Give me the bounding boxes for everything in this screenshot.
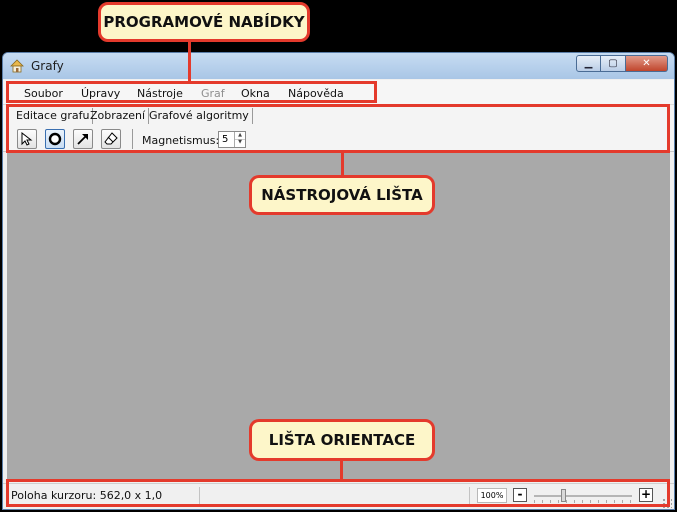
- toolbar-highlight-box: [6, 104, 670, 153]
- maximize-icon: ▢: [608, 58, 618, 69]
- window-title: Grafy: [31, 59, 64, 73]
- window-controls: ▁ ▢ ✕: [576, 55, 668, 73]
- minimize-button[interactable]: ▁: [576, 55, 601, 72]
- close-button[interactable]: ✕: [626, 55, 668, 72]
- orientation-callout: LIŠTA ORIENTACE: [249, 419, 435, 461]
- statusbar-highlight-box: [6, 479, 670, 507]
- close-icon: ✕: [642, 58, 651, 69]
- menu-callout-stem: [188, 40, 191, 82]
- menu-highlight-box: [6, 81, 377, 103]
- toolbar-callout: NÁSTROJOVÁ LIŠTA: [249, 175, 435, 215]
- house-icon: [10, 59, 24, 73]
- statusbar-callout-stem: [340, 459, 343, 480]
- title-bar[interactable]: Grafy ▁ ▢ ✕: [3, 53, 674, 79]
- menus-callout: PROGRAMOVÉ NABÍDKY: [98, 2, 310, 42]
- minimize-icon: ▁: [584, 58, 593, 69]
- maximize-button[interactable]: ▢: [601, 55, 626, 72]
